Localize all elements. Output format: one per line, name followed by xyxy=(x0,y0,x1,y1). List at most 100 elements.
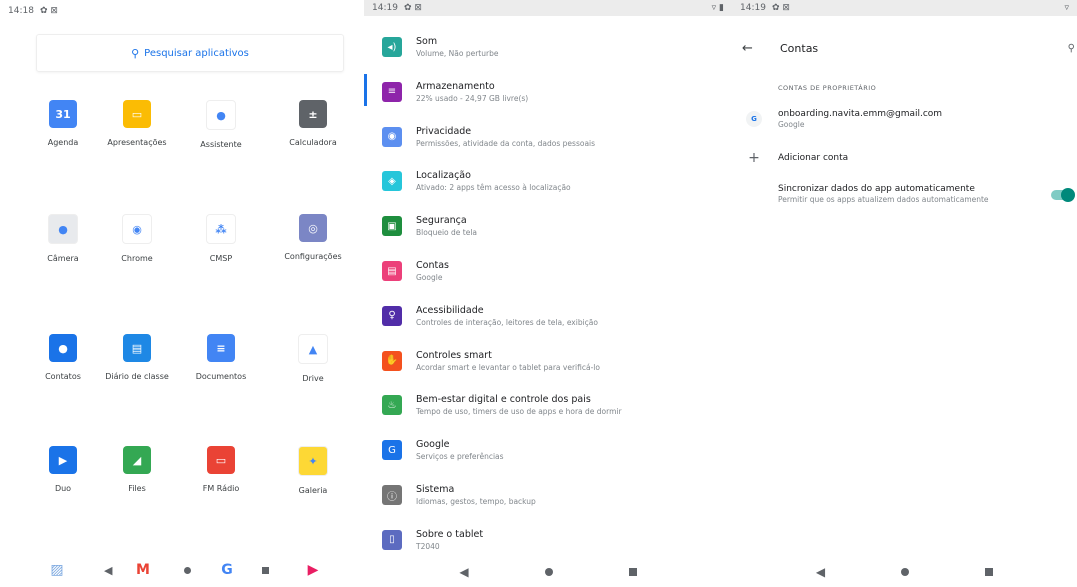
nav-home-button[interactable] xyxy=(184,567,191,574)
status-time: 14:18 xyxy=(8,6,34,16)
settings-item-subtitle: Idiomas, gestos, tempo, backup xyxy=(416,497,536,506)
sound-icon: ◂) xyxy=(382,37,402,57)
about-tablet-icon: ▯ xyxy=(382,529,402,550)
slides-icon: ▭ xyxy=(123,100,151,128)
app-duo[interactable]: ▶ Duo xyxy=(22,446,104,493)
settings-item-title: Som xyxy=(416,36,438,47)
settings-icon: ◎ xyxy=(299,214,327,242)
photos-icon[interactable]: ▨ xyxy=(46,559,68,581)
app-search-bar[interactable]: ⚲ Pesquisar aplicativos xyxy=(36,34,344,72)
app-assistant[interactable]: ● Assistente xyxy=(180,100,262,149)
app-calculator[interactable]: ± Calculadora xyxy=(272,100,354,147)
app-class-diary[interactable]: ▤ Diário de classe xyxy=(96,334,178,381)
account-item[interactable]: G onboarding.navita.emm@gmail.com Google xyxy=(746,108,1067,130)
app-label: Duo xyxy=(54,484,72,493)
settings-item-subtitle: Permissões, atividade da conta, dados pe… xyxy=(416,138,596,148)
nav-recents-button[interactable] xyxy=(628,568,637,576)
chrome-icon: ◉ xyxy=(122,214,152,244)
status-time: 14:19 xyxy=(372,3,398,13)
nav-recents-button[interactable] xyxy=(985,568,994,576)
location-icon: ◈ xyxy=(382,171,402,192)
app-cmsp[interactable]: ⁂ CMSP xyxy=(180,214,262,263)
app-label: Galeria xyxy=(298,486,328,495)
app-radio[interactable]: ▭ FM Rádio xyxy=(180,446,262,493)
add-account-label: Adicionar conta xyxy=(778,153,849,163)
settings-item-subtitle: Controles de interação, leitores de tela… xyxy=(416,317,598,327)
nav-back-button[interactable]: ◀ xyxy=(459,565,468,579)
settings-item-subtitle: Ativado: 2 apps têm acesso à localização xyxy=(416,183,571,193)
settings-item-google[interactable]: G Google Serviços e preferências xyxy=(382,429,726,471)
status-bar: 14:19 ✿ ⊠ ▿ ▮ xyxy=(364,0,732,16)
settings-item-title: Google xyxy=(416,439,450,451)
app-label: CMSP xyxy=(209,254,233,263)
nav-home-button[interactable] xyxy=(901,568,910,576)
settings-item-title: Sobre o tablet xyxy=(416,528,484,540)
settings-item-title: Localização xyxy=(416,170,471,182)
settings-item-title: Controles smart xyxy=(416,349,492,361)
settings-item-storage[interactable]: ≡ Armazenamento 22% usado - 24,97 GB livre… xyxy=(382,71,726,113)
privacy-icon: ◉ xyxy=(382,126,402,147)
settings-item-title: Sistema xyxy=(416,484,455,495)
app-slides[interactable]: ▭ Apresentações xyxy=(96,100,178,147)
settings-item-accounts[interactable]: ▤ Contas Google xyxy=(382,250,726,292)
app-calendar[interactable]: 31 Agenda xyxy=(22,100,104,147)
settings-panel: 14:19 ✿ ⊠ ▿ ▮ ◂) Som Volume, Não perturbe ≡… xyxy=(364,0,732,587)
play-store-icon[interactable]: ▶ xyxy=(302,559,324,581)
status-icons: ✿ ⊠ xyxy=(39,6,58,16)
sync-subtitle: Permitir que os apps atualizem dados aut… xyxy=(778,195,989,204)
drive-icon: ▲ xyxy=(298,334,328,364)
app-drawer-panel: 14:18 ✿ ⊠ ⚲ Pesquisar aplicativos 31 Agen… xyxy=(0,0,364,587)
camera-icon: ● xyxy=(48,214,78,244)
settings-item-location[interactable]: ◈ Localização Ativado: 2 apps têm acesso à… xyxy=(382,160,726,202)
app-docs[interactable]: ≡ Documentos xyxy=(180,334,262,381)
status-icons: ✿ ⊠ xyxy=(771,3,790,13)
add-account-button[interactable]: + Adicionar conta xyxy=(746,150,1067,166)
app-camera[interactable]: ● Câmera xyxy=(22,214,104,263)
app-label: Configurações xyxy=(284,252,342,261)
auto-sync-setting[interactable]: Sincronizar dados do app automaticamente… xyxy=(746,183,1037,205)
accessibility-icon: ♀ xyxy=(382,305,402,326)
app-label: Apresentações xyxy=(107,138,167,147)
settings-item-wellbeing[interactable]: ♨ Bem-estar digital e controle dos pais Te… xyxy=(382,384,726,426)
app-gallery[interactable]: ✦ Galeria xyxy=(272,446,354,495)
wifi-battery-icon: ▿ ▮ xyxy=(711,3,724,13)
app-chrome[interactable]: ◉ Chrome xyxy=(96,214,178,263)
settings-item-system[interactable]: ⓘ Sistema Idiomas, gestos, tempo, backup xyxy=(382,474,726,516)
assistant-icon: ● xyxy=(206,100,236,130)
nav-recents-button[interactable] xyxy=(262,567,269,574)
system-icon: ⓘ xyxy=(382,485,402,505)
google-icon[interactable]: G xyxy=(216,559,238,581)
app-contacts[interactable]: ● Contatos xyxy=(22,334,104,381)
settings-item-accessibility[interactable]: ♀ Acessibilidade Controles de interação, l… xyxy=(382,295,726,337)
app-label: Files xyxy=(128,484,146,493)
settings-item-security[interactable]: ▣ Segurança Bloqueio de tela xyxy=(382,205,726,247)
nav-back-button[interactable]: ◀ xyxy=(104,564,112,577)
sync-toggle[interactable] xyxy=(1051,188,1075,202)
settings-item-about-tablet[interactable]: ▯ Sobre o tablet T2040 xyxy=(382,519,726,561)
google-icon: G xyxy=(382,440,402,461)
app-label: Assistente xyxy=(200,140,242,149)
settings-item-sound[interactable]: ◂) Som Volume, Não perturbe xyxy=(382,26,726,68)
app-files[interactable]: ◢ Files xyxy=(96,446,178,493)
duo-icon: ▶ xyxy=(49,446,77,474)
selected-indicator xyxy=(364,74,367,106)
app-drive[interactable]: ▲ Drive xyxy=(272,334,354,383)
status-bar: 14:19 ✿ ⊠ ▿ xyxy=(732,0,1077,16)
nav-back-button[interactable]: ◀ xyxy=(816,565,825,579)
settings-item-subtitle: Tempo de uso, timers de uso de apps e ho… xyxy=(416,407,622,417)
settings-item-smart-controls[interactable]: ✋ Controles smart Acordar smart e levantar… xyxy=(382,340,726,382)
nav-home-button[interactable] xyxy=(544,568,553,576)
app-label: Calculadora xyxy=(289,138,337,147)
settings-item-privacy[interactable]: ◉ Privacidade Permissões, atividade da con… xyxy=(382,116,726,158)
app-label: Câmera xyxy=(47,254,79,263)
app-label: Agenda xyxy=(47,138,79,147)
app-settings[interactable]: ◎ Configurações xyxy=(272,214,354,261)
section-label: CONTAS DE PROPRIETÁRIO xyxy=(778,84,877,92)
back-arrow-icon[interactable]: ← xyxy=(742,41,770,56)
search-icon[interactable]: ⚲ xyxy=(1068,43,1075,54)
status-icons: ✿ ⊠ xyxy=(403,3,422,13)
google-icon: G xyxy=(746,111,762,127)
status-time: 14:19 xyxy=(740,3,766,13)
cmsp-icon: ⁂ xyxy=(206,214,236,244)
gmail-icon[interactable]: M xyxy=(132,559,154,581)
